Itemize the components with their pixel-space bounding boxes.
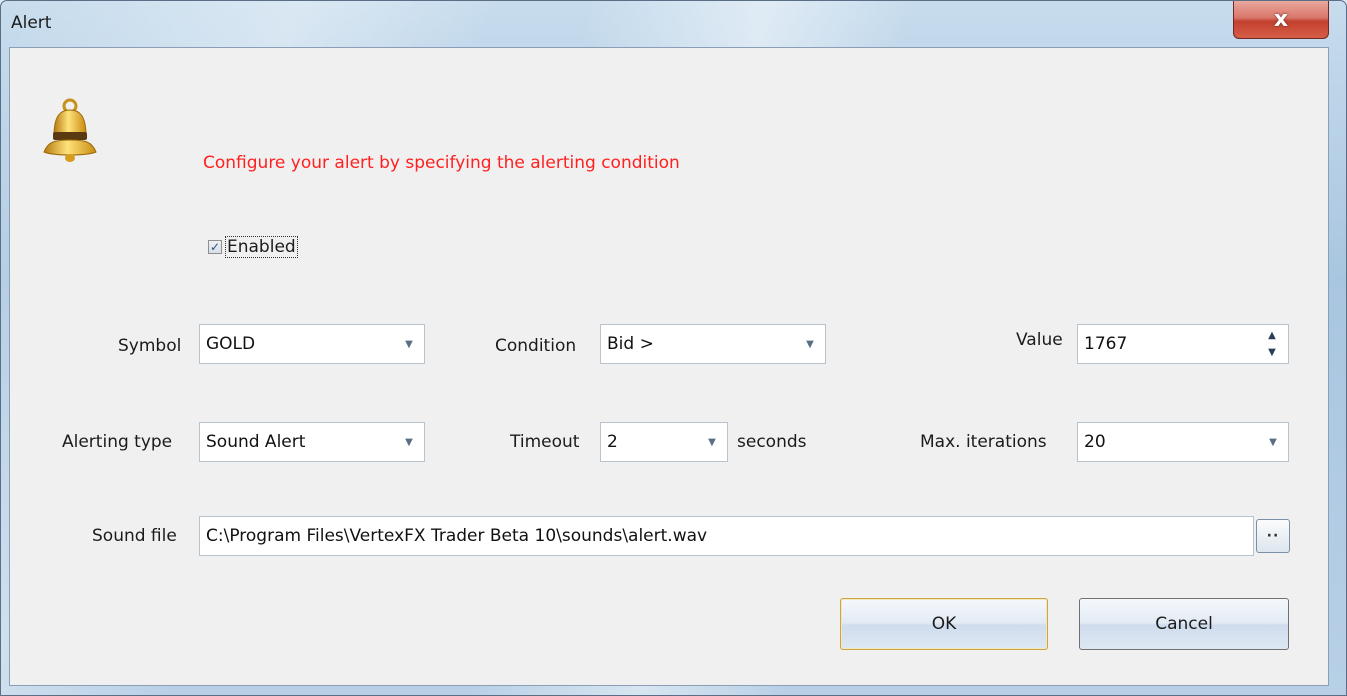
value-spinbox[interactable]: 1767 ▲ ▼ bbox=[1077, 324, 1289, 364]
window-title: Alert bbox=[11, 13, 52, 33]
alerting-type-value: Sound Alert bbox=[206, 432, 306, 452]
enabled-label[interactable]: Enabled bbox=[225, 236, 298, 258]
timeout-unit: seconds bbox=[737, 432, 807, 452]
symbol-value: GOLD bbox=[206, 334, 256, 354]
chevron-down-icon[interactable]: ▼ bbox=[795, 325, 825, 363]
dialog-body: Configure your alert by specifying the a… bbox=[9, 47, 1329, 686]
condition-value: Bid > bbox=[607, 334, 654, 354]
max-iterations-value: 20 bbox=[1084, 432, 1106, 452]
max-iterations-dropdown[interactable]: 20 ▼ bbox=[1077, 422, 1289, 462]
chevron-down-icon[interactable]: ▼ bbox=[1258, 423, 1288, 461]
symbol-label: Symbol bbox=[118, 336, 182, 356]
checkmark-icon: ✓ bbox=[209, 240, 221, 254]
sound-file-input[interactable]: C:\Program Files\VertexFX Trader Beta 10… bbox=[199, 516, 1254, 556]
enabled-checkbox-row[interactable]: ✓ Enabled bbox=[208, 236, 298, 258]
max-iterations-label: Max. iterations bbox=[920, 432, 1047, 452]
sound-file-value: C:\Program Files\VertexFX Trader Beta 10… bbox=[206, 526, 708, 546]
chevron-down-icon[interactable]: ▼ bbox=[394, 423, 424, 461]
timeout-dropdown[interactable]: 2 ▼ bbox=[600, 422, 728, 462]
spin-down-icon[interactable]: ▼ bbox=[1258, 344, 1286, 361]
ok-button[interactable]: OK bbox=[840, 598, 1048, 650]
alerting-type-dropdown[interactable]: Sound Alert ▼ bbox=[199, 422, 425, 462]
chevron-down-icon[interactable]: ▼ bbox=[394, 325, 424, 363]
enabled-checkbox[interactable]: ✓ bbox=[208, 240, 222, 254]
condition-label: Condition bbox=[495, 336, 577, 356]
alerting-type-label: Alerting type bbox=[62, 432, 173, 452]
value-value: 1767 bbox=[1084, 334, 1128, 354]
value-label: Value bbox=[1016, 330, 1063, 350]
chevron-down-icon[interactable]: ▼ bbox=[697, 423, 727, 461]
instruction-text: Configure your alert by specifying the a… bbox=[203, 153, 680, 173]
window-frame: Alert x Configure your alert by specifyi… bbox=[0, 0, 1347, 696]
spin-up-icon[interactable]: ▲ bbox=[1258, 327, 1286, 344]
close-icon: x bbox=[1273, 6, 1289, 32]
cancel-button[interactable]: Cancel bbox=[1079, 598, 1289, 650]
close-button[interactable]: x bbox=[1233, 1, 1329, 39]
symbol-dropdown[interactable]: GOLD ▼ bbox=[199, 324, 425, 364]
timeout-label: Timeout bbox=[510, 432, 580, 452]
timeout-value: 2 bbox=[607, 432, 618, 452]
condition-dropdown[interactable]: Bid > ▼ bbox=[600, 324, 826, 364]
sound-file-label: Sound file bbox=[92, 526, 177, 546]
bell-icon bbox=[43, 98, 97, 162]
spinner-buttons[interactable]: ▲ ▼ bbox=[1258, 327, 1286, 361]
browse-button[interactable]: ·· bbox=[1256, 519, 1290, 553]
